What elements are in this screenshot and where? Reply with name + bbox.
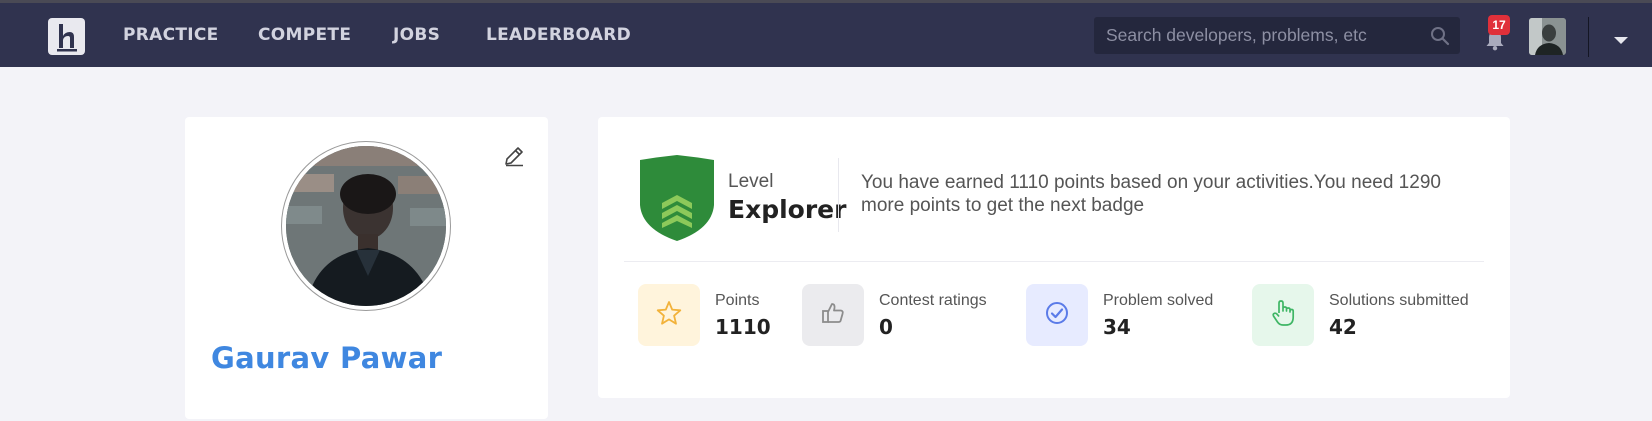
points-label: Points [715, 292, 760, 309]
h-logo-icon[interactable] [48, 18, 85, 55]
nav-avatar[interactable] [1529, 18, 1566, 55]
pointer-hand-icon [1270, 299, 1296, 332]
chevron-down-icon[interactable] [1613, 33, 1629, 51]
contest-ratings-value: 0 [879, 315, 893, 339]
check-circle-icon [1044, 300, 1070, 331]
problem-solved-label: Problem solved [1103, 292, 1214, 309]
contest-ratings-label: Contest ratings [879, 292, 987, 309]
level-label: Level [728, 171, 774, 192]
problem-solved-stat-icon-box [1026, 284, 1088, 346]
level-shield-badge-icon [638, 155, 716, 246]
nav-divider [1588, 17, 1589, 57]
profile-avatar-frame [281, 141, 451, 311]
solutions-submitted-value: 42 [1329, 315, 1357, 339]
problem-solved-value: 34 [1103, 315, 1131, 339]
edit-profile-pencil-icon[interactable] [502, 144, 526, 173]
nav-jobs[interactable]: JOBS [393, 25, 440, 45]
search-input[interactable] [1094, 17, 1414, 54]
level-value: Explorer [728, 195, 847, 224]
level-progress-message: You have earned 1110 points based on you… [861, 172, 1441, 216]
nav-compete[interactable]: COMPETE [258, 25, 351, 45]
top-navbar: PRACTICE COMPETE JOBS LEADERBOARD 17 [0, 3, 1652, 67]
solutions-submitted-label: Solutions submitted [1329, 292, 1469, 309]
notification-count-badge[interactable]: 17 [1488, 15, 1510, 35]
points-value: 1110 [715, 315, 771, 339]
level-stats-card: Level Explorer You have earned 1110 poin… [598, 117, 1510, 398]
contest-ratings-stat-icon-box [802, 284, 864, 346]
points-stat-icon-box [638, 284, 700, 346]
nav-leaderboard[interactable]: LEADERBOARD [486, 25, 631, 45]
profile-avatar [286, 146, 446, 306]
profile-card: Gaurav Pawar [185, 117, 548, 419]
star-icon [656, 300, 682, 331]
level-divider [838, 158, 839, 232]
profile-name[interactable]: Gaurav Pawar [211, 341, 442, 375]
search-icon[interactable] [1430, 26, 1450, 51]
search-box [1094, 17, 1460, 54]
solutions-submitted-stat-icon-box [1252, 284, 1314, 346]
nav-practice[interactable]: PRACTICE [123, 25, 219, 45]
section-divider [624, 261, 1484, 262]
thumbs-up-icon [820, 300, 846, 331]
